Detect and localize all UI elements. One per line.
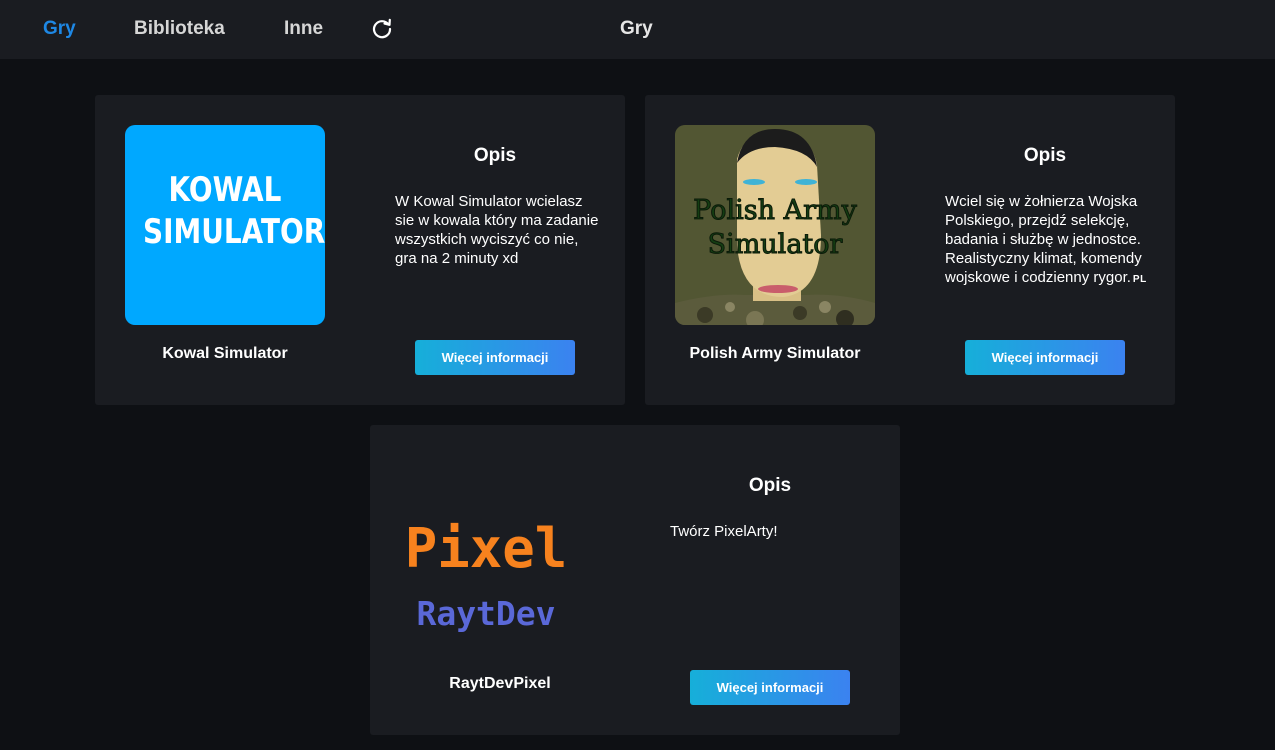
description-text: Twórz PixelArty! — [670, 523, 778, 540]
nav-tab-gry[interactable]: Gry — [43, 18, 76, 40]
game-title: Kowal Simulator — [162, 345, 288, 362]
more-info-button[interactable]: Więcej informacji — [965, 340, 1125, 375]
refresh-icon[interactable] — [371, 18, 393, 40]
page-title: Gry — [620, 18, 653, 39]
svg-text:RaytDev: RaytDev — [416, 594, 555, 633]
svg-text:Polish Army: Polish Army — [693, 195, 857, 226]
description-text: Wciel się w żołnierza Wojska Polskiego, … — [945, 192, 1150, 289]
description-text: W Kowal Simulator wcielasz sie w kowala … — [395, 193, 599, 267]
top-navigation-bar: Gry Biblioteka Inne Gry — [0, 0, 1275, 59]
nav-tab-inne[interactable]: Inne — [284, 18, 323, 40]
game-card-polish-army-simulator: Polish Army Simulator Polish Army Simula… — [645, 95, 1175, 405]
game-thumbnail[interactable]: KOWAL SIMULATOR — [125, 125, 325, 325]
game-card-kowal-simulator: KOWAL SIMULATOR Kowal Simulator Opis W K… — [95, 95, 625, 405]
description-heading: Opis — [1023, 145, 1067, 166]
game-card-raytdevpixel: Pixel RaytDev RaytDevPixel Opis Twórz Pi… — [370, 425, 900, 735]
svg-text:Simulator: Simulator — [708, 229, 843, 260]
svg-text:Pixel: Pixel — [405, 517, 568, 580]
more-info-button[interactable]: Więcej informacji — [690, 670, 850, 705]
game-title: RaytDevPixel — [449, 675, 551, 692]
description-body: Wciel się w żołnierza Wojska Polskiego, … — [945, 193, 1142, 286]
description-heading: Opis — [473, 145, 517, 166]
game-thumbnail[interactable]: Pixel RaytDev — [400, 455, 600, 655]
nav-tab-biblioteka[interactable]: Biblioteka — [134, 18, 225, 40]
game-title: Polish Army Simulator — [689, 345, 861, 362]
language-badge: PL — [1132, 274, 1147, 285]
kowal-logo-text: KOWAL SIMULATOR — [143, 170, 325, 252]
more-info-button[interactable]: Więcej informacji — [415, 340, 575, 375]
description-heading: Opis — [748, 475, 792, 496]
game-thumbnail[interactable]: Polish Army Simulator — [675, 125, 875, 325]
